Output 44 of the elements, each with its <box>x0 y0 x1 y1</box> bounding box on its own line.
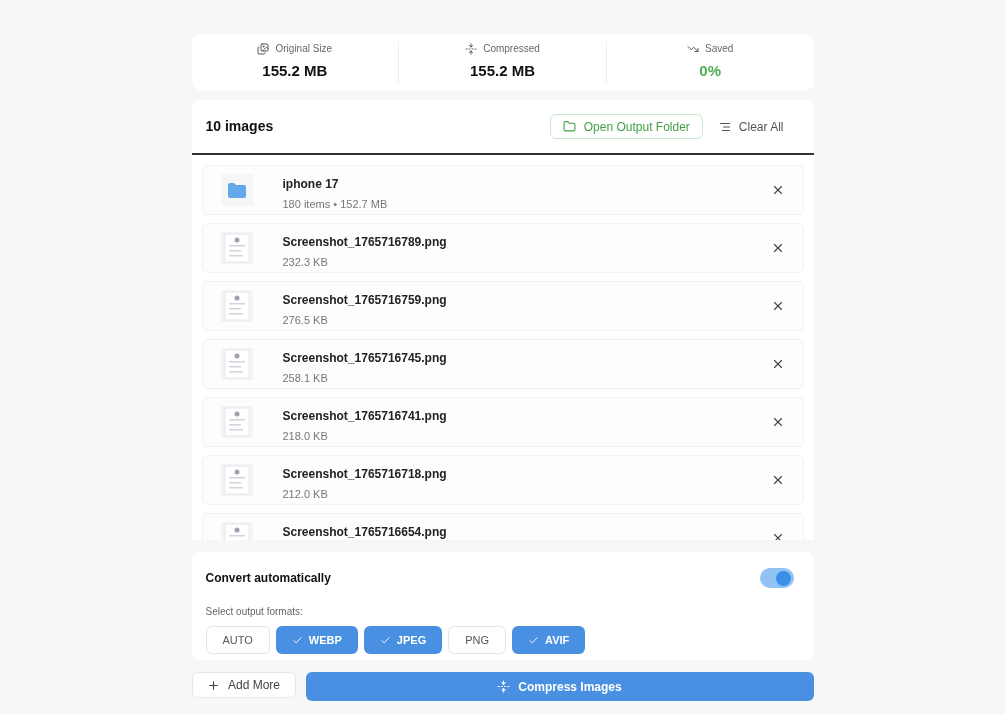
folder-icon <box>562 120 576 133</box>
file-name: Screenshot_1765716759.png <box>282 292 448 309</box>
file-name: Screenshot_1765716789.png <box>282 234 448 251</box>
file-size: 258.1 KB <box>282 371 329 386</box>
add-more-button[interactable]: Add More <box>191 672 296 698</box>
file-name: Screenshot_1765716654.png <box>282 524 448 540</box>
file-row[interactable]: Screenshot_1765716718.png 212.0 KB <box>201 455 804 505</box>
folder-icon <box>227 182 246 198</box>
file-name: Screenshot_1765716745.png <box>282 350 448 367</box>
file-row[interactable]: Screenshot_1765716745.png 258.1 KB <box>201 339 804 389</box>
formats-label: Select output formats: <box>205 605 304 619</box>
file-row[interactable]: Screenshot_1765716759.png 276.5 KB <box>201 281 804 331</box>
stat-label: Compressed <box>483 42 540 57</box>
list-title: 10 images <box>205 117 275 136</box>
file-size: 212.0 KB <box>282 487 329 502</box>
stat-value: 155.2 MB <box>470 61 536 82</box>
stat-value: 155.2 MB <box>262 61 328 82</box>
format-chip[interactable]: PNG <box>448 626 507 654</box>
file-row[interactable]: Screenshot_1765716789.png 232.3 KB <box>201 223 804 273</box>
compress-icon <box>497 680 511 693</box>
file-row[interactable]: iphone 17 180 items • 152.7 MB <box>201 165 804 215</box>
toggle-switch[interactable] <box>759 568 794 588</box>
file-name: Screenshot_1765716718.png <box>282 466 448 483</box>
compress-icon <box>465 42 478 55</box>
format-chip[interactable]: AUTO <box>205 626 270 654</box>
file-size: 180 items • 152.7 MB <box>282 197 389 212</box>
file-size: 276.5 KB <box>282 313 329 328</box>
file-row[interactable]: Screenshot_1765716654.png <box>201 513 804 540</box>
check-icon <box>379 634 391 646</box>
file-name: Screenshot_1765716741.png <box>282 408 448 425</box>
file-size: 218.0 KB <box>282 429 329 444</box>
lines-icon <box>718 120 731 133</box>
clear-all-button[interactable]: Clear All <box>714 117 788 136</box>
check-icon <box>291 634 303 646</box>
plus-icon <box>207 678 220 692</box>
stat-value: 0% <box>699 61 721 82</box>
stat-label: Original Size <box>275 42 333 57</box>
convert-automatically-label: Convert automatically <box>205 570 332 587</box>
file-row[interactable]: Screenshot_1765716741.png 218.0 KB <box>201 397 804 447</box>
images-icon <box>257 42 270 55</box>
stat-label: Saved <box>705 42 734 57</box>
file-name: iphone 17 <box>282 176 340 193</box>
file-size: 232.3 KB <box>282 255 329 270</box>
check-icon <box>528 634 540 646</box>
